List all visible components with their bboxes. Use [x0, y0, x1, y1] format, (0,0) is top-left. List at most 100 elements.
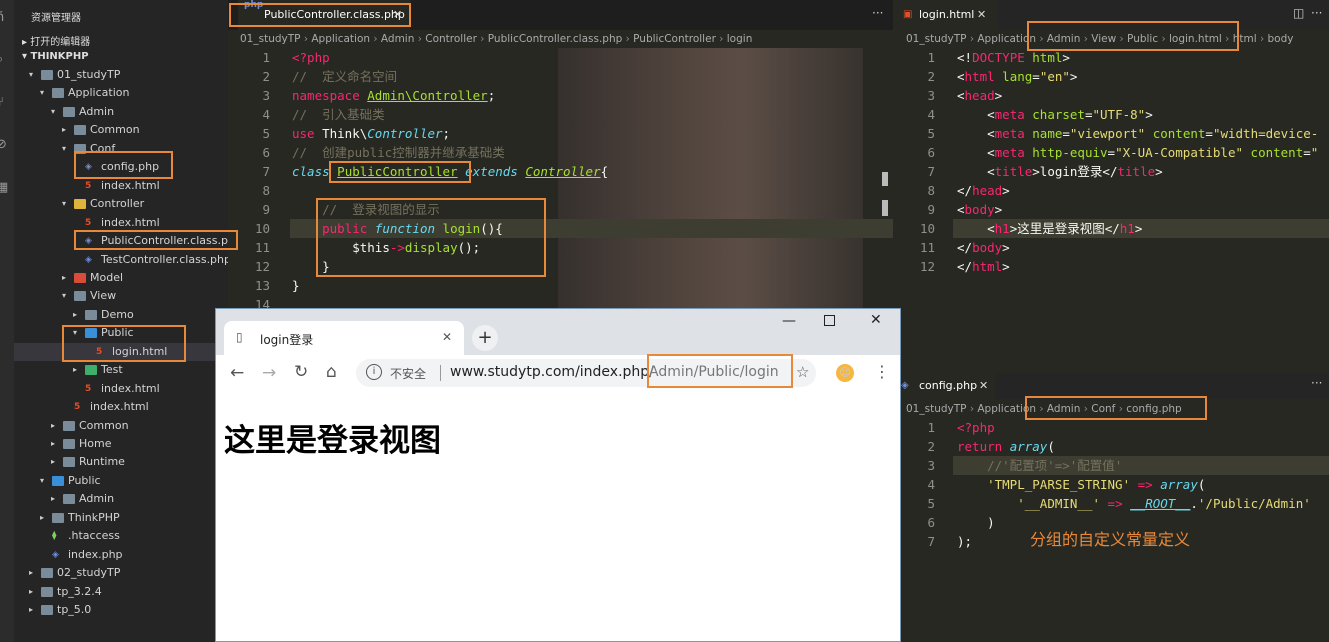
editor3-body[interactable]: 1 2 3 4 5 6 7 <?php return array( //'配置项'=>'配置… — [893, 418, 1329, 642]
breadcrumb-item[interactable]: Application — [977, 403, 1036, 415]
tree-item[interactable]: ▾ View — [14, 287, 228, 305]
breadcrumb-item[interactable]: Admin — [1047, 403, 1080, 415]
search-icon[interactable]: ⌕ — [0, 52, 12, 68]
breadcrumb-item[interactable]: 01_studyTP — [906, 33, 966, 45]
chevron-down-icon[interactable]: ▾ — [62, 195, 72, 213]
editor2-more-button[interactable]: ··· — [1311, 6, 1322, 20]
chevron-down-icon[interactable]: ▾ — [73, 324, 83, 342]
chevron-right-icon[interactable]: ▸ — [73, 361, 83, 379]
editor1-more-button[interactable]: ··· — [872, 6, 883, 20]
breadcrumb-item[interactable]: Controller — [425, 33, 477, 45]
tree-item[interactable]: ▾ Controller — [14, 195, 228, 213]
tree-item[interactable]: ◈ PublicController.class.php — [14, 232, 242, 250]
breadcrumb-item[interactable]: PublicController — [633, 33, 716, 45]
close-window-button[interactable]: ✕ — [870, 312, 882, 328]
tree-item[interactable]: 5 index.html — [14, 398, 228, 416]
tab-config-php[interactable]: ◈ config.php ✕ — [893, 373, 995, 399]
chevron-right-icon[interactable]: ▸ — [29, 583, 39, 601]
tree-item[interactable]: ▸ 02_studyTP — [14, 564, 228, 582]
chevron-right-icon[interactable]: ▸ — [29, 601, 39, 619]
tree-item[interactable]: ◈ config.php — [14, 158, 228, 176]
explorer-icon[interactable]: ñ — [0, 10, 12, 26]
extension-icon[interactable]: ☺ — [836, 364, 854, 382]
tree-item[interactable]: ▸ Model — [14, 269, 228, 287]
source-control-icon[interactable]: ⑂ — [0, 95, 12, 111]
breadcrumb-item[interactable]: Application — [977, 33, 1036, 45]
tree-item[interactable]: ▾ Public — [14, 472, 228, 490]
split-editor-icon[interactable]: ◫ — [1293, 6, 1304, 20]
new-tab-button[interactable]: + — [472, 325, 498, 351]
chevron-right-icon[interactable]: ▸ — [62, 269, 72, 287]
breadcrumb-item[interactable]: Public — [1127, 33, 1158, 45]
debug-icon[interactable]: ⊘ — [0, 137, 12, 153]
chevron-down-icon[interactable]: ▾ — [40, 84, 50, 102]
tree-item[interactable]: ▾ Admin — [14, 103, 228, 121]
breadcrumb-item[interactable]: Admin — [381, 33, 414, 45]
chevron-down-icon[interactable]: ▾ — [62, 287, 72, 305]
tree-item[interactable]: 5 index.html — [14, 214, 228, 232]
close-tab-icon[interactable]: ✕ — [442, 330, 452, 344]
close-icon[interactable]: ✕ — [979, 373, 988, 399]
tree-item[interactable]: ▸ tp_5.0 — [14, 601, 228, 619]
breadcrumb-item[interactable]: login.html — [1169, 33, 1222, 45]
forward-icon[interactable]: → — [262, 363, 276, 383]
tree-item[interactable]: 5 index.html — [14, 380, 228, 398]
tab-publiccontroller[interactable]: php PublicController.class.php ✕ — [238, 0, 410, 30]
tree-item[interactable]: ▾ Conf — [14, 140, 228, 158]
chevron-down-icon[interactable]: ▾ — [62, 140, 72, 158]
chevron-right-icon[interactable]: ▸ — [62, 121, 72, 139]
info-icon[interactable]: i — [366, 364, 382, 380]
chevron-down-icon[interactable]: ▾ — [40, 472, 50, 490]
workspace-root[interactable]: ▾ THINKPHP — [22, 51, 89, 62]
editor2-body[interactable]: 1 2 3 4 5 6 7 8 9 10 11 12 <!DOCTYPE html> <html la… — [893, 48, 1329, 373]
address-bar[interactable]: i 不安全 www.studytp.com/index.php/ Admin/P… — [356, 359, 816, 387]
browser-tab[interactable]: ▯ login登录 ✕ — [224, 321, 464, 355]
breadcrumb-item[interactable]: View — [1091, 33, 1116, 45]
breadcrumb-item[interactable]: Admin — [1047, 33, 1080, 45]
chevron-right-icon[interactable]: ▸ — [51, 417, 61, 435]
tree-item[interactable]: ▸ tp_3.2.4 — [14, 583, 228, 601]
star-icon[interactable]: ☆ — [796, 363, 809, 381]
tree-item[interactable]: ▸ Test — [14, 361, 228, 379]
editor3-more-button[interactable]: ··· — [1311, 376, 1322, 390]
tree-item[interactable]: ▸ ThinkPHP — [14, 509, 228, 527]
close-icon[interactable]: ✕ — [977, 0, 986, 30]
close-icon[interactable]: ✕ — [393, 0, 402, 30]
tree-item[interactable]: ▾ 01_studyTP — [14, 66, 228, 84]
tab-login-html[interactable]: ▣ login.html ✕ — [893, 0, 998, 30]
tree-item[interactable]: ◈ index.php — [14, 546, 228, 564]
menu-icon[interactable]: ⋮ — [874, 362, 890, 381]
breadcrumb-item[interactable]: Application — [311, 33, 370, 45]
chevron-right-icon[interactable]: ▸ — [51, 490, 61, 508]
breadcrumb-item[interactable]: Conf — [1091, 403, 1115, 415]
breadcrumb-item[interactable]: config.php — [1126, 403, 1181, 415]
breadcrumb-item[interactable]: body — [1268, 33, 1294, 45]
tree-item[interactable]: ⧫ .htaccess — [14, 527, 228, 545]
back-icon[interactable]: ← — [230, 363, 244, 383]
chevron-right-icon[interactable]: ▸ — [51, 453, 61, 471]
extensions-icon[interactable]: ▦ — [0, 180, 12, 196]
tree-item[interactable]: ▾ Public — [14, 324, 228, 342]
tree-item[interactable]: 5 login.html — [14, 342, 228, 361]
minimize-button[interactable]: — — [782, 313, 796, 329]
chevron-down-icon[interactable]: ▾ — [51, 103, 61, 121]
open-editors-section[interactable]: ▸ 打开的编辑器 — [22, 33, 90, 48]
chevron-down-icon[interactable]: ▾ — [29, 66, 39, 84]
tree-item[interactable]: ◈ TestController.class.php — [14, 251, 231, 269]
maximize-button[interactable] — [824, 315, 835, 326]
breadcrumb-item[interactable]: login — [727, 33, 753, 45]
tree-item[interactable]: ▸ Admin — [14, 490, 228, 508]
tree-item[interactable]: ▸ Runtime — [14, 453, 228, 471]
tree-item[interactable]: ▸ Common — [14, 417, 228, 435]
chevron-right-icon[interactable]: ▸ — [40, 509, 50, 527]
tree-item[interactable]: ▸ Common — [14, 121, 228, 139]
breadcrumb-item[interactable]: PublicController.class.php — [488, 33, 623, 45]
tree-item[interactable]: ▸ Demo — [14, 306, 228, 324]
scrollbar-thumb[interactable] — [882, 200, 888, 216]
chevron-right-icon[interactable]: ▸ — [51, 435, 61, 453]
tree-item[interactable]: 5 index.html — [14, 177, 228, 195]
chevron-right-icon[interactable]: ▸ — [29, 564, 39, 582]
tree-item[interactable]: ▾ Application — [14, 84, 228, 102]
home-icon[interactable]: ⌂ — [326, 362, 337, 382]
breadcrumb-item[interactable]: 01_studyTP — [906, 403, 966, 415]
